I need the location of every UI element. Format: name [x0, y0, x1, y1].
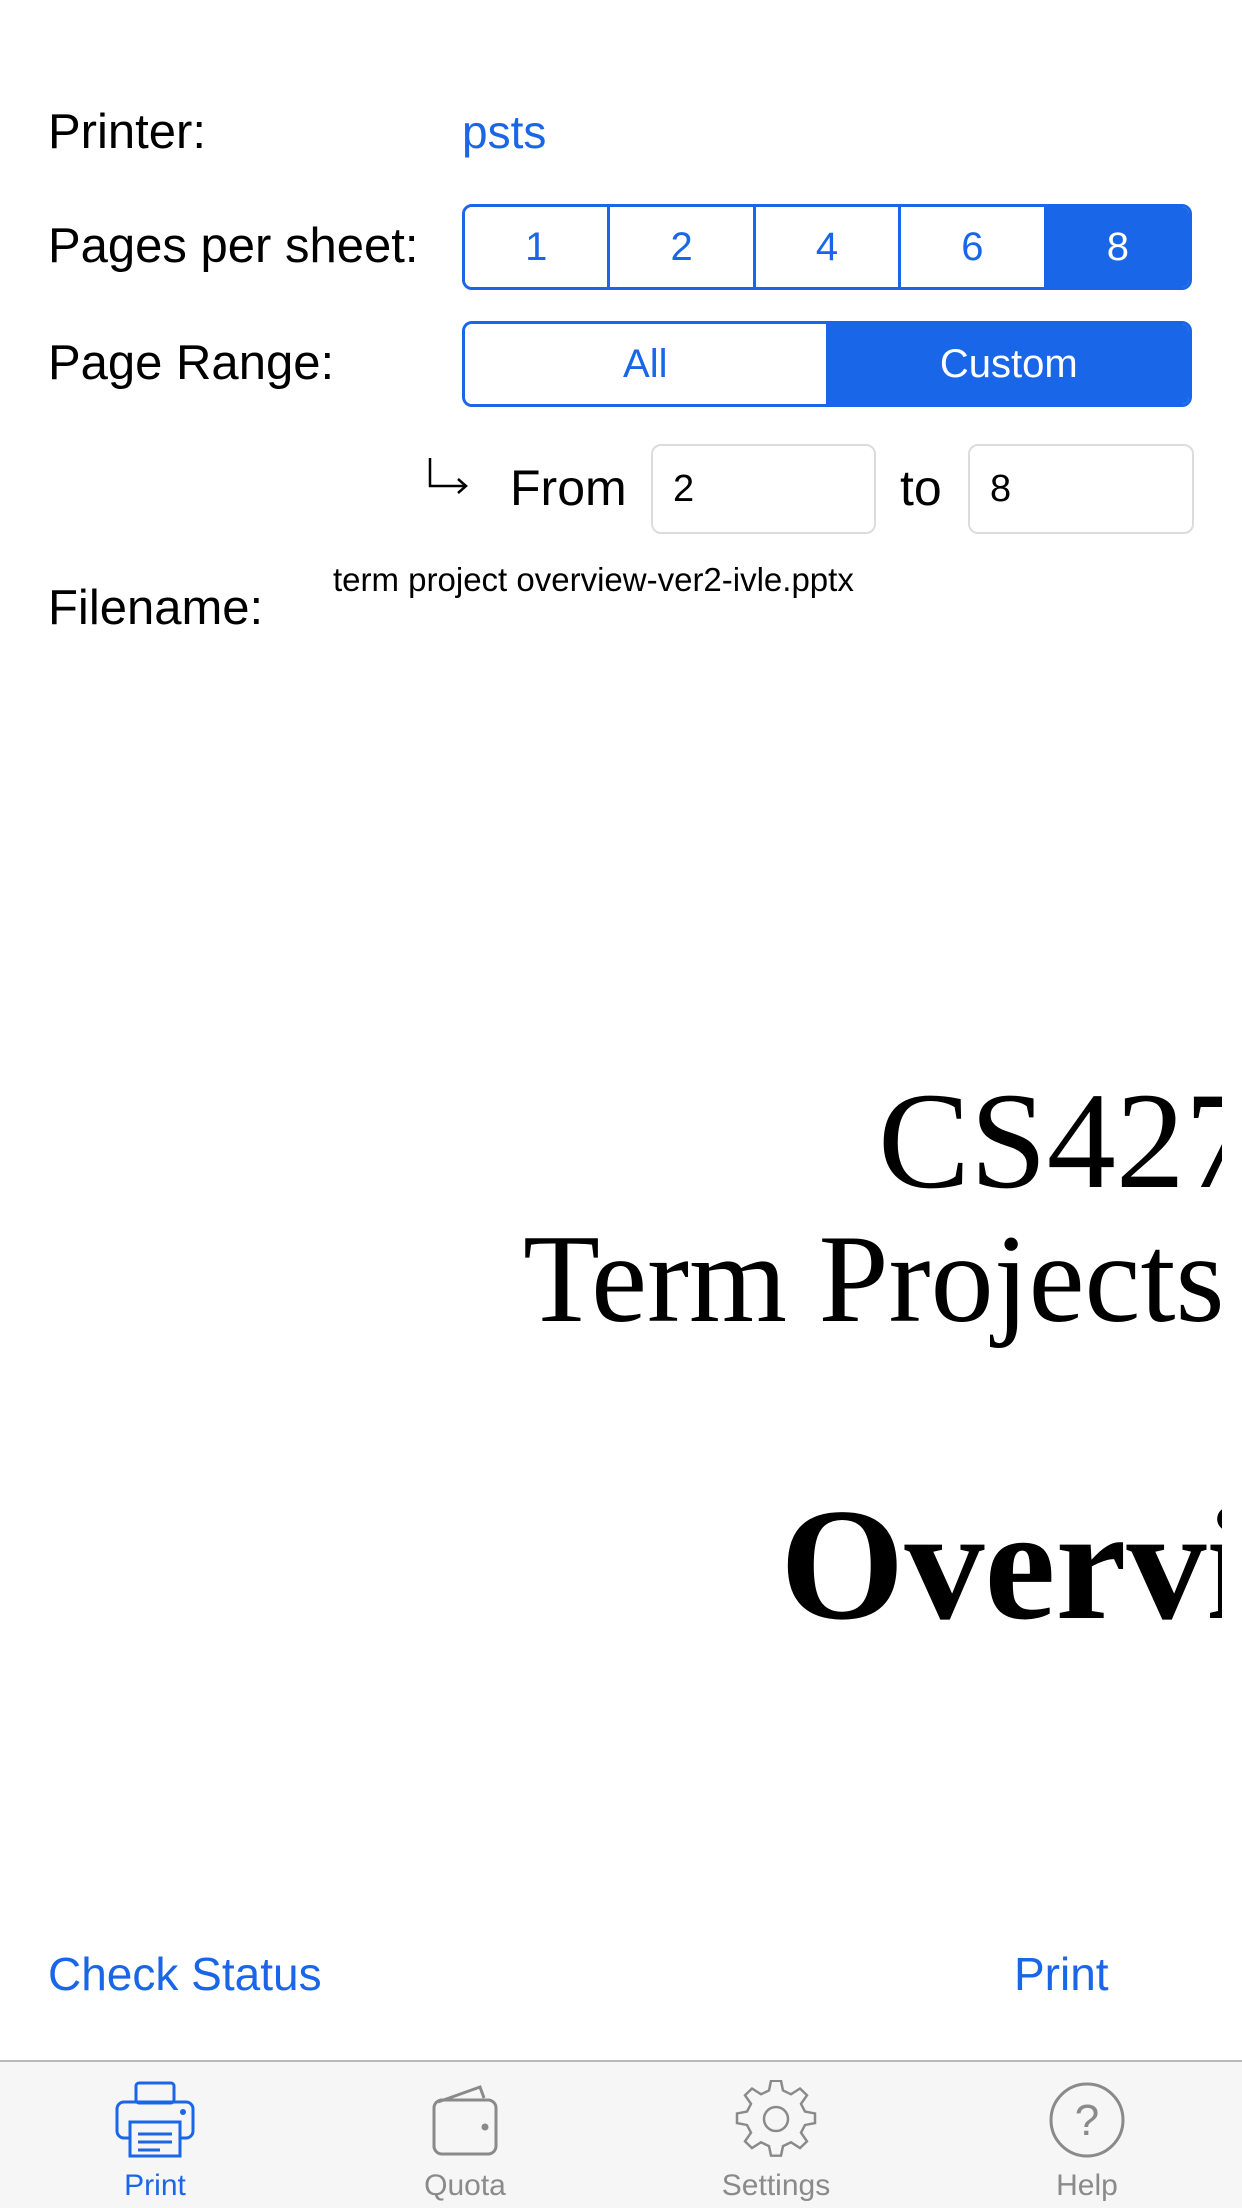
tab-bar: Print Quota Settings ? Help	[0, 2060, 1242, 2208]
preview-course-code: CS427	[878, 1064, 1222, 1217]
pages-per-sheet-label: Pages per sheet:	[48, 219, 419, 273]
pages-per-sheet-control: 1 2 4 6 8	[462, 204, 1192, 290]
tab-help-label: Help	[1056, 2169, 1118, 2202]
pages-per-sheet-option-2[interactable]: 2	[610, 207, 756, 287]
wallet-icon	[432, 2085, 498, 2156]
gear-icon	[735, 2080, 817, 2157]
range-to-label: to	[900, 460, 942, 516]
document-preview: CS427 Term Projects Overview	[0, 1040, 1222, 1680]
range-from-label: From	[510, 460, 627, 516]
page-range-control: All Custom	[462, 321, 1192, 407]
pages-per-sheet-option-8[interactable]: 8	[1046, 207, 1189, 287]
preview-title: Term Projects	[523, 1210, 1222, 1349]
filename-value: term project overview-ver2-ivle.pptx	[333, 561, 854, 598]
page-range-option-custom[interactable]: Custom	[828, 324, 1189, 404]
pages-per-sheet-option-6[interactable]: 6	[901, 207, 1047, 287]
pages-per-sheet-option-1[interactable]: 1	[465, 207, 611, 287]
help-icon: ?	[1049, 2082, 1125, 2158]
printer-icon	[115, 2081, 195, 2158]
range-to-input[interactable]	[968, 444, 1194, 534]
filename-label: Filename:	[48, 581, 264, 635]
indent-arrow-icon	[428, 458, 468, 494]
page-range-label: Page Range:	[48, 336, 335, 390]
tab-settings-label: Settings	[721, 2169, 831, 2202]
tab-quota-label: Quota	[424, 2169, 506, 2202]
svg-text:?: ?	[1075, 2096, 1099, 2145]
pages-per-sheet-option-4[interactable]: 4	[755, 207, 902, 287]
tab-quota[interactable]: Quota	[355, 2062, 575, 2208]
page-range-option-all[interactable]: All	[465, 324, 829, 404]
tab-settings[interactable]: Settings	[666, 2062, 886, 2208]
tab-print[interactable]: Print	[45, 2062, 265, 2208]
printer-value-link[interactable]: psts	[462, 102, 546, 162]
tab-help[interactable]: ? Help	[977, 2062, 1197, 2208]
preview-subtitle: Overview	[780, 1475, 1222, 1653]
print-button[interactable]: Print	[1014, 1944, 1109, 2004]
tab-print-label: Print	[124, 2169, 186, 2202]
check-status-button[interactable]: Check Status	[48, 1944, 322, 2004]
range-from-input[interactable]	[651, 444, 876, 534]
printer-label: Printer:	[48, 105, 206, 159]
